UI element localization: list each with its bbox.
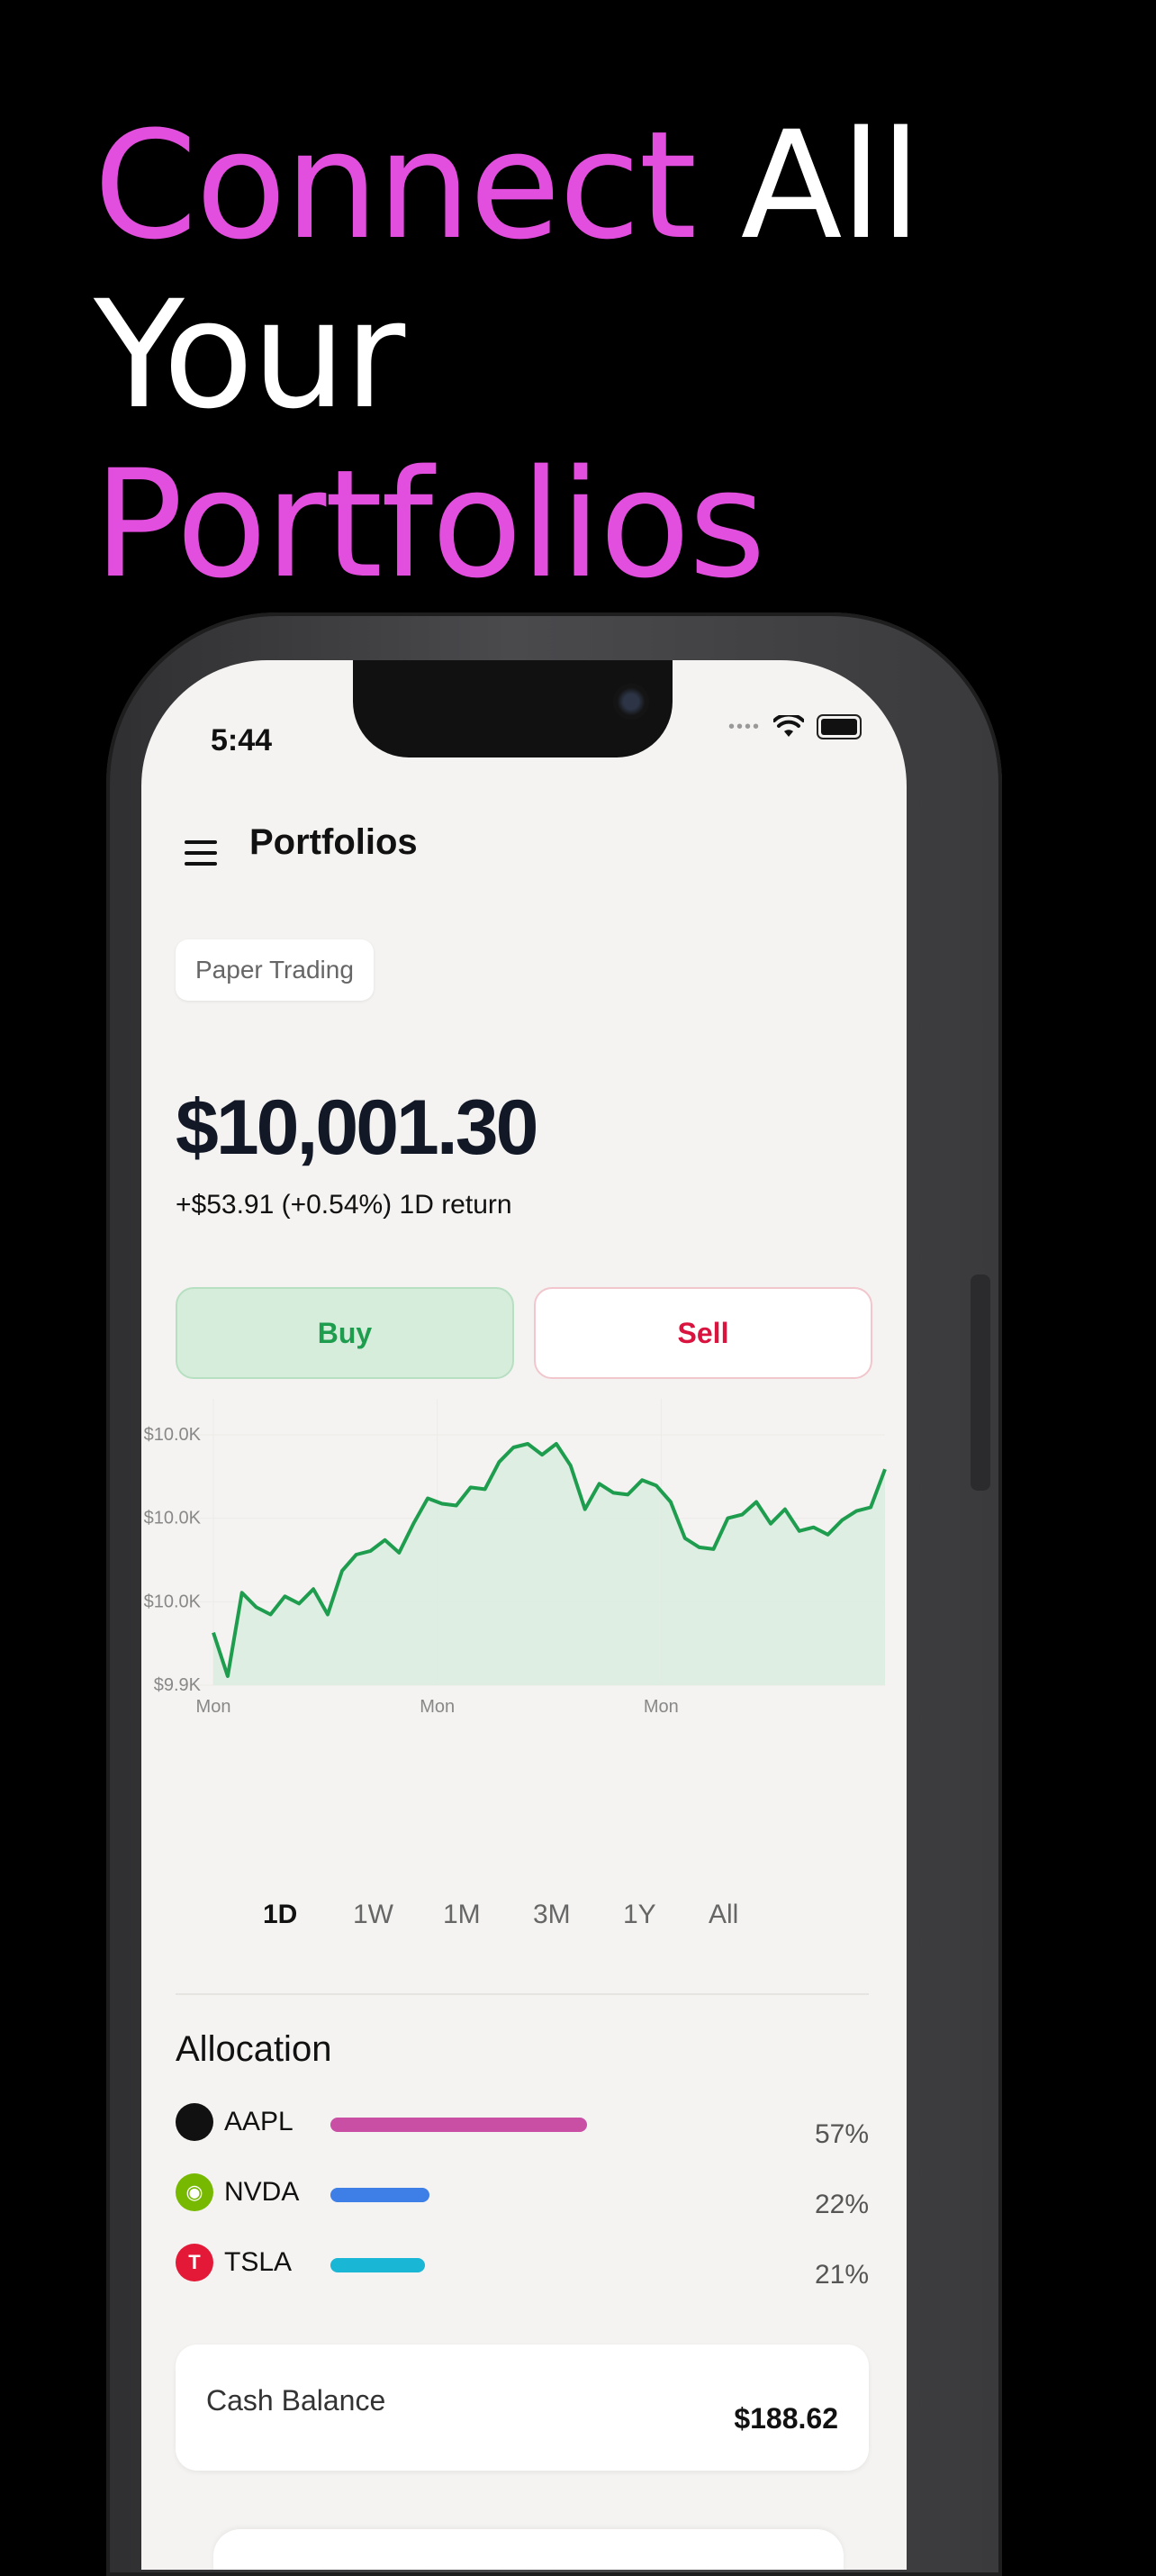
allocation-bar bbox=[330, 2188, 429, 2202]
tab-range-1d[interactable]: 1D bbox=[263, 1900, 297, 1930]
portfolio-chart[interactable]: $10.0K$10.0K$10.0K$9.9KMon Mon Mon bbox=[141, 1399, 907, 1777]
cash-balance-card[interactable]: Cash Balance $188.62 bbox=[176, 2345, 869, 2471]
phone-side-button bbox=[971, 1274, 990, 1491]
headline: Connect All Your Portfolios bbox=[94, 99, 922, 611]
allocation-row[interactable]: ◉ NVDA 22% bbox=[176, 2172, 869, 2219]
chart-x-tick: Mon bbox=[196, 1697, 231, 1717]
wifi-icon bbox=[773, 715, 804, 737]
tab-range-1w[interactable]: 1W bbox=[353, 1900, 393, 1930]
status-icons: •••• bbox=[728, 714, 862, 739]
allocation-symbol: NVDA bbox=[224, 2177, 300, 2207]
daily-return: +$53.91 (+0.54%) 1D return bbox=[176, 1190, 512, 1220]
allocation-percent: 22% bbox=[814, 2190, 869, 2219]
chart-y-tick: $9.9K bbox=[154, 1675, 202, 1695]
battery-icon bbox=[817, 714, 862, 739]
tab-range-1y[interactable]: 1Y bbox=[623, 1900, 656, 1930]
headline-line-your: Your bbox=[94, 268, 405, 441]
tab-range-3m[interactable]: 3M bbox=[533, 1900, 571, 1930]
page-title: Portfolios bbox=[249, 822, 418, 862]
phone-screen: 5:44 •••• Portfolios Paper Trading $10,0… bbox=[141, 660, 907, 2570]
signal-icon: •••• bbox=[727, 716, 761, 737]
aapl-logo-icon bbox=[176, 2103, 213, 2141]
allocation-row[interactable]: AAPL 57% bbox=[176, 2101, 869, 2149]
allocation-symbol: TSLA bbox=[224, 2247, 293, 2277]
tab-range-1m[interactable]: 1M bbox=[443, 1900, 481, 1930]
section-divider bbox=[176, 1993, 869, 1995]
allocation-bar bbox=[330, 2118, 587, 2132]
allocation-percent: 21% bbox=[814, 2260, 869, 2290]
headline-line-portfolios: Portfolios bbox=[94, 438, 766, 611]
camera-icon bbox=[613, 684, 649, 720]
chart-y-tick: $10.0K bbox=[144, 1425, 202, 1445]
allocation-title: Allocation bbox=[176, 2029, 332, 2069]
bottom-nav bbox=[213, 2529, 844, 2570]
headline-word-all: All bbox=[740, 99, 922, 272]
cash-balance-value: $188.62 bbox=[734, 2402, 838, 2435]
buy-button[interactable]: Buy bbox=[176, 1287, 514, 1379]
menu-icon[interactable] bbox=[185, 840, 217, 866]
chart-area-fill bbox=[213, 1444, 885, 1685]
nvda-logo-icon: ◉ bbox=[176, 2173, 213, 2211]
notch bbox=[353, 660, 673, 757]
status-time: 5:44 bbox=[211, 723, 273, 757]
chart-y-tick: $10.0K bbox=[144, 1592, 202, 1611]
allocation-symbol: AAPL bbox=[224, 2107, 294, 2136]
cash-balance-label: Cash Balance bbox=[206, 2384, 386, 2417]
sell-button[interactable]: Sell bbox=[534, 1287, 872, 1379]
chart-x-tick: Mon bbox=[420, 1697, 455, 1717]
allocation-row[interactable]: T TSLA 21% bbox=[176, 2242, 869, 2290]
chart-y-tick: $10.0K bbox=[144, 1509, 202, 1528]
headline-word-connect: Connect bbox=[94, 99, 697, 272]
chart-x-tick: Mon bbox=[644, 1697, 679, 1717]
tsla-logo-icon: T bbox=[176, 2244, 213, 2281]
allocation-bar bbox=[330, 2258, 425, 2272]
allocation-percent: 57% bbox=[814, 2119, 869, 2149]
portfolio-balance: $10,001.30 bbox=[176, 1084, 538, 1171]
account-chip[interactable]: Paper Trading bbox=[176, 939, 374, 1001]
tab-range-all[interactable]: All bbox=[709, 1900, 738, 1930]
